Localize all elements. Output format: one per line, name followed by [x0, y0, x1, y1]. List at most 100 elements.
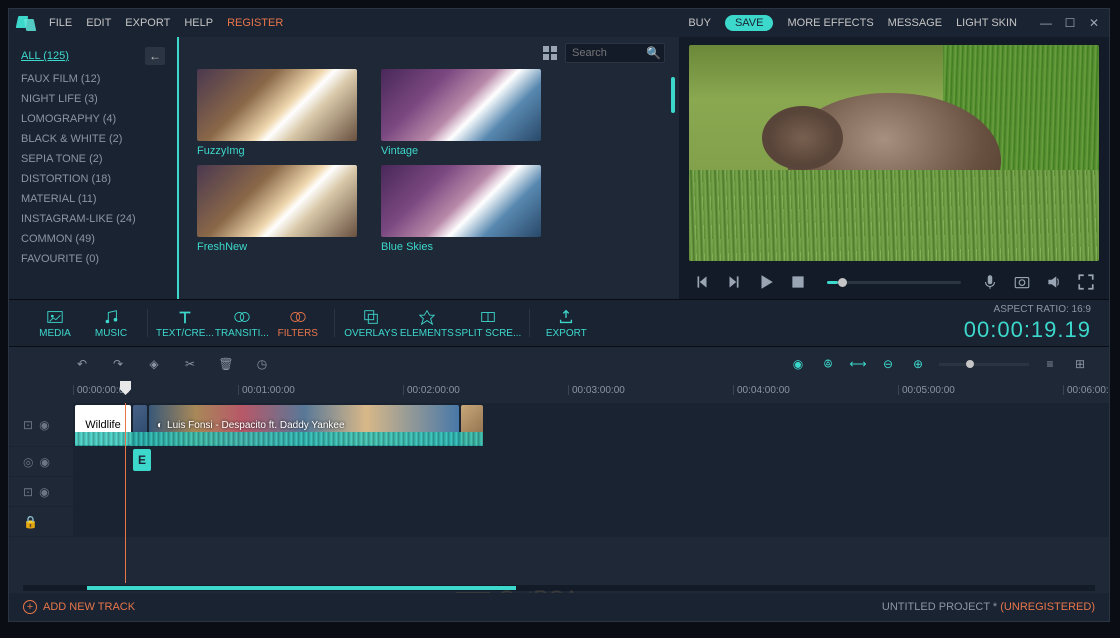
speed-icon[interactable]: ◷	[253, 355, 271, 373]
category-item[interactable]: MATERIAL (11)	[9, 189, 177, 209]
unregistered-label: (UNREGISTERED)	[1000, 601, 1095, 613]
preview-panel	[679, 37, 1109, 299]
mic-icon[interactable]	[981, 273, 999, 291]
render-icon[interactable]: ◉	[789, 355, 807, 373]
stop-icon[interactable]	[789, 273, 807, 291]
track-body[interactable]	[73, 477, 1109, 506]
plus-icon: +	[23, 600, 37, 614]
timeline-ruler[interactable]: 00:00:00:0000:01:00:0000:02:00:0000:03:0…	[9, 381, 1109, 403]
track-body[interactable]: E	[73, 447, 1109, 476]
aspect-ratio-label: ASPECT RATIO: 16:9	[964, 304, 1091, 315]
thumb-image	[381, 165, 541, 237]
grid-view-icon[interactable]	[543, 46, 557, 60]
overlays-icon	[362, 308, 380, 326]
export-icon	[557, 308, 575, 326]
search-icon: 🔍	[646, 46, 661, 60]
track-body[interactable]: Wildlife ◐Luis Fonsi - Despacito ft. Dad…	[73, 403, 1109, 446]
list-icon[interactable]: ≡	[1041, 355, 1059, 373]
lock-icon[interactable]: 🔒	[23, 515, 38, 529]
category-item[interactable]: FAVOURITE (0)	[9, 249, 177, 269]
tool-music[interactable]: MUSIC	[83, 308, 139, 339]
category-item[interactable]: DISTORTION (18)	[9, 169, 177, 189]
fullscreen-icon[interactable]	[1077, 273, 1095, 291]
cut-icon[interactable]: ✂	[181, 355, 199, 373]
category-item[interactable]: NIGHT LIFE (3)	[9, 89, 177, 109]
track-body[interactable]	[73, 507, 1109, 536]
play-icon[interactable]	[757, 273, 775, 291]
prev-frame-icon[interactable]	[693, 273, 711, 291]
category-item[interactable]: SEPIA TONE (2)	[9, 149, 177, 169]
zoom-out-icon[interactable]: ⊖	[879, 355, 897, 373]
clip-effect[interactable]: E	[133, 449, 151, 471]
menu-file[interactable]: FILE	[49, 17, 72, 29]
tool-text[interactable]: TEXT/CRE...	[156, 308, 214, 339]
close-icon[interactable]: ✕	[1087, 16, 1101, 30]
app-logo	[17, 14, 35, 32]
snapshot-icon[interactable]	[1013, 273, 1031, 291]
filter-thumb[interactable]: FuzzyImg	[197, 69, 357, 157]
thumb-label: Vintage	[381, 145, 541, 157]
filter-thumb[interactable]: Blue Skies	[381, 165, 541, 253]
delete-icon[interactable]: 🗑	[217, 355, 235, 373]
gallery-scrollbar[interactable]	[671, 77, 675, 113]
undo-icon[interactable]: ↶	[73, 355, 91, 373]
maximize-icon[interactable]: ☐	[1063, 16, 1077, 30]
filter-gallery: 🔍 FuzzyImg Vintage FreshNew Blue Skies	[179, 37, 679, 299]
eye-icon[interactable]: ◉	[39, 455, 49, 469]
audio-mixer-icon[interactable]: ꔮ	[819, 355, 837, 373]
menu-light-skin[interactable]: LIGHT SKIN	[956, 17, 1017, 29]
filter-thumb[interactable]: Vintage	[381, 69, 541, 157]
zoom-slider[interactable]	[939, 363, 1029, 366]
tool-transitions[interactable]: TRANSITI...	[214, 308, 270, 339]
project-name: UNTITLED PROJECT *	[882, 601, 1000, 613]
minimize-icon[interactable]: —	[1039, 16, 1053, 30]
ruler-mark: 00:04:00:00	[733, 385, 790, 395]
grid-icon[interactable]: ⊞	[1071, 355, 1089, 373]
category-item[interactable]: FAUX FILM (12)	[9, 69, 177, 89]
preview-seek-slider[interactable]	[827, 281, 961, 284]
zoom-in-icon[interactable]: ⊕	[909, 355, 927, 373]
eye-icon[interactable]: ◉	[39, 485, 49, 499]
marker-icon[interactable]: ◈	[145, 355, 163, 373]
menu-help[interactable]: HELP	[184, 17, 213, 29]
tool-export[interactable]: EXPORT	[538, 308, 594, 339]
redo-icon[interactable]: ↷	[109, 355, 127, 373]
ruler-mark: 00:01:00:00	[238, 385, 295, 395]
thumb-image	[197, 69, 357, 141]
fit-icon[interactable]: ⟷	[849, 355, 867, 373]
category-item[interactable]: BLACK & WHITE (2)	[9, 129, 177, 149]
volume-icon[interactable]	[1045, 273, 1063, 291]
text-icon	[176, 308, 194, 326]
timeline-scrollbar[interactable]	[23, 585, 1095, 591]
eye-icon[interactable]: ◉	[39, 418, 49, 432]
thumb-label: FreshNew	[197, 241, 357, 253]
save-button[interactable]: SAVE	[725, 15, 774, 31]
filter-thumb[interactable]: FreshNew	[197, 165, 357, 253]
menu-export[interactable]: EXPORT	[125, 17, 170, 29]
next-frame-icon[interactable]	[725, 273, 743, 291]
overlay-track: ⊡◉	[9, 477, 1109, 507]
add-track-button[interactable]: + ADD NEW TRACK	[23, 600, 135, 614]
category-item[interactable]: LOMOGRAPHY (4)	[9, 109, 177, 129]
timecode: 00:00:19.19	[964, 317, 1091, 343]
category-all[interactable]: ALL (125)	[21, 50, 69, 62]
search-input[interactable]	[572, 47, 642, 59]
timeline-tracks: ⊡◉ Wildlife ◐Luis Fonsi - Despacito ft. …	[9, 403, 1109, 583]
menu-message[interactable]: MESSAGE	[888, 17, 942, 29]
back-button[interactable]: ←	[145, 47, 165, 65]
ruler-mark: 00:02:00:00	[403, 385, 460, 395]
category-item[interactable]: INSTAGRAM-LIKE (24)	[9, 209, 177, 229]
tool-media[interactable]: MEDIA	[27, 308, 83, 339]
menu-register[interactable]: REGISTER	[227, 17, 283, 29]
category-item[interactable]: COMMON (49)	[9, 229, 177, 249]
tool-split-screen[interactable]: SPLIT SCRE...	[455, 308, 522, 339]
tool-overlays[interactable]: OVERLAYS	[343, 308, 399, 339]
menu-edit[interactable]: EDIT	[86, 17, 111, 29]
menu-more-effects[interactable]: MORE EFFECTS	[787, 17, 873, 29]
playhead[interactable]	[125, 403, 126, 583]
timeline-panel: ↶ ↷ ◈ ✂ 🗑 ◷ ◉ ꔮ ⟷ ⊖ ⊕ ≡ ⊞ 00:00:00:0000:…	[9, 347, 1109, 593]
tool-elements[interactable]: ELEMENTS	[399, 308, 455, 339]
search-box[interactable]: 🔍	[565, 43, 665, 63]
tool-filters[interactable]: FILTERS	[270, 308, 326, 339]
menu-buy[interactable]: BUY	[688, 17, 711, 29]
